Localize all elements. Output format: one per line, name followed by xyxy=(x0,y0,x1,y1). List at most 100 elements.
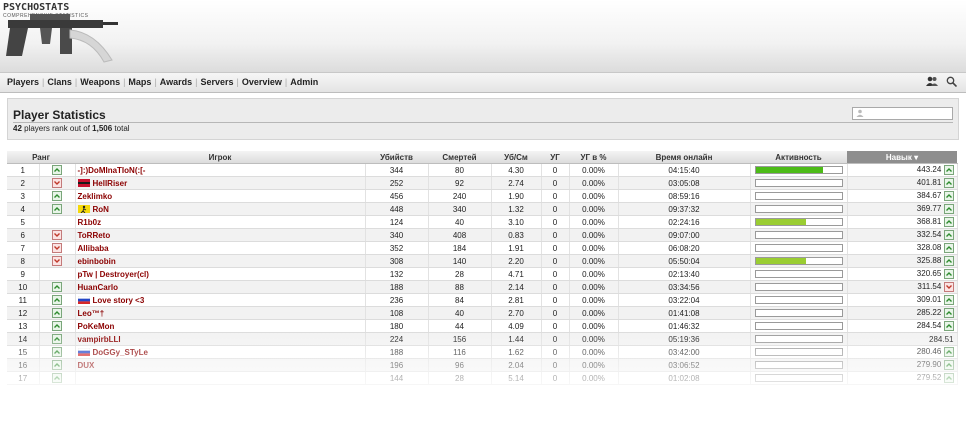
player-name-cell[interactable]: Love story <3 xyxy=(75,293,366,307)
player-name[interactable]: RoN xyxy=(93,205,109,214)
player-name[interactable]: HellRiser xyxy=(93,179,128,188)
player-name-cell[interactable]: Allibaba xyxy=(75,241,366,255)
headshots-cell: 0 xyxy=(541,189,570,203)
nav-items: Players | Clans | Weapons | Maps | Awards | Server… xyxy=(7,77,318,87)
nav-item-overview[interactable]: Overview xyxy=(242,77,282,87)
deaths-cell: 340 xyxy=(428,202,492,216)
player-name[interactable]: ebinbobin xyxy=(78,257,116,266)
player-name-cell[interactable]: vampirbLLl xyxy=(75,332,366,346)
table-row[interactable]: 6 ToRReto 340 408 0.83 0 0.00% 09:07:00 332.54 xyxy=(7,228,958,242)
player-name[interactable]: R1b0z xyxy=(78,218,102,227)
player-name[interactable]: Love story <3 xyxy=(93,296,145,305)
player-name[interactable]: pTw | Destroyer(cl) xyxy=(78,270,149,279)
table-row[interactable]: 12 Leo™† 108 40 2.70 0 0.00% 01:41:08 285.22 xyxy=(7,306,958,320)
table-row[interactable]: 13 PoKeMon 180 44 4.09 0 0.00% 01:46:32 284.54 xyxy=(7,319,958,333)
nav-item-admin[interactable]: Admin xyxy=(290,77,318,87)
player-name-cell[interactable]: DoGGy_STyLe xyxy=(75,345,366,359)
users-icon[interactable] xyxy=(926,76,938,87)
player-name-cell[interactable]: ToRReto xyxy=(75,228,366,242)
player-name-cell[interactable] xyxy=(75,371,366,385)
nav-item-maps[interactable]: Maps xyxy=(128,77,151,87)
player-name-cell[interactable]: Zeklimko xyxy=(75,189,366,203)
deaths-cell: 116 xyxy=(428,345,492,359)
player-name-cell[interactable]: ebinbobin xyxy=(75,254,366,268)
online-time-cell: 02:13:40 xyxy=(618,267,751,281)
table-row[interactable]: 11 Love story <3 236 84 2.81 0 0.00% 03:22:04 30… xyxy=(7,293,958,307)
table-row[interactable]: 3 Zeklimko 456 240 1.90 0 0.00% 08:59:16 384.67 xyxy=(7,189,958,203)
table-row[interactable]: 9 pTw | Destroyer(cl) 132 28 4.71 0 0.00% 02:13… xyxy=(7,267,958,281)
player-name-cell[interactable]: pTw | Destroyer(cl) xyxy=(75,267,366,281)
table-row[interactable]: 10 HuanCarlo 188 88 2.14 0 0.00% 03:34:56 311.54 xyxy=(7,280,958,294)
headshot-pct-cell: 0.00% xyxy=(569,241,619,255)
player-name[interactable]: Zeklimko xyxy=(78,192,113,201)
player-name-cell[interactable]: R1b0z xyxy=(75,215,366,229)
col-header-rank[interactable]: Ранг xyxy=(7,151,75,164)
player-name-cell[interactable]: PoKeMon xyxy=(75,319,366,333)
skill-value: 368.81 xyxy=(916,217,942,227)
skill-up-icon xyxy=(943,347,954,357)
headshot-pct-cell: 0.00% xyxy=(569,280,619,294)
search-icon[interactable] xyxy=(946,76,957,87)
player-name-cell[interactable]: HuanCarlo xyxy=(75,280,366,294)
kd-cell: 5.14 xyxy=(491,371,542,385)
running-man-icon xyxy=(77,205,90,214)
activity-bar xyxy=(754,296,843,305)
deaths-cell: 40 xyxy=(428,306,492,320)
table-row[interactable]: 16 DUX 196 96 2.04 0 0.00% 03:06:52 279.90 xyxy=(7,358,958,372)
skill-value: 309.01 xyxy=(916,295,942,305)
nav-item-players[interactable]: Players xyxy=(7,77,39,87)
player-name-cell[interactable]: HellRiser xyxy=(75,176,366,190)
nav-item-servers[interactable]: Servers xyxy=(200,77,233,87)
table-row[interactable]: 17 144 28 5.14 0 0.00% 01:02:08 279.52 xyxy=(7,371,958,385)
headshots-cell: 0 xyxy=(541,202,570,216)
col-header-headshot-pct[interactable]: УГ в % xyxy=(569,151,618,164)
player-search-input[interactable] xyxy=(852,107,953,120)
table-row[interactable]: 8 ebinbobin 308 140 2.20 0 0.00% 05:50:04 325.88 xyxy=(7,254,958,268)
kd-cell: 0.83 xyxy=(491,228,542,242)
nav-item-clans[interactable]: Clans xyxy=(47,77,72,87)
player-name-cell[interactable]: RoN xyxy=(75,202,366,216)
skill-value: 332.54 xyxy=(916,230,942,240)
activity-cell xyxy=(750,176,848,190)
player-name[interactable]: -]:)DoMInaTIoN(:[- xyxy=(78,166,146,175)
headshots-cell: 0 xyxy=(541,280,570,294)
skill-cell: 309.01 xyxy=(847,293,958,307)
player-name[interactable]: DoGGy_STyLe xyxy=(93,348,148,357)
deaths-cell: 96 xyxy=(428,358,492,372)
skill-up-icon xyxy=(943,217,954,227)
rank-trend xyxy=(39,176,76,190)
player-name-cell[interactable]: DUX xyxy=(75,358,366,372)
headshots-cell: 0 xyxy=(541,163,570,177)
table-row[interactable]: 14 vampirbLLl 224 156 1.44 0 0.00% 05:19:36 284.… xyxy=(7,332,958,346)
player-name-cell[interactable]: Leo™† xyxy=(75,306,366,320)
player-name[interactable]: vampirbLLl xyxy=(78,335,121,344)
table-row[interactable]: 7 Allibaba 352 184 1.91 0 0.00% 06:08:20 328.08 xyxy=(7,241,958,255)
table-row[interactable]: 1 -]:)DoMInaTIoN(:[- 344 80 4.30 0 0.00% 04:15:… xyxy=(7,163,958,177)
nav-item-awards[interactable]: Awards xyxy=(160,77,192,87)
col-header-online-time[interactable]: Время онлайн xyxy=(618,151,750,164)
col-header-deaths[interactable]: Смертей xyxy=(428,151,491,164)
col-header-activity[interactable]: Активность xyxy=(750,151,847,164)
player-name-cell[interactable]: -]:)DoMInaTIoN(:[- xyxy=(75,163,366,177)
player-name[interactable]: ToRReto xyxy=(78,231,111,240)
player-name[interactable]: HuanCarlo xyxy=(78,283,118,292)
nav-separator: | xyxy=(154,77,157,87)
rank-trend xyxy=(39,371,76,385)
player-name[interactable]: PoKeMon xyxy=(78,322,115,331)
rank-down-icon xyxy=(52,256,62,266)
skill-cell: 443.24 xyxy=(847,163,958,177)
table-row[interactable]: 5 R1b0z 124 40 3.10 0 0.00% 02:24:16 368.81 xyxy=(7,215,958,229)
col-header-headshots[interactable]: УГ xyxy=(541,151,569,164)
player-name[interactable]: Allibaba xyxy=(78,244,109,253)
col-header-skill[interactable]: Навык ▾ xyxy=(847,151,957,164)
col-header-player[interactable]: Игрок xyxy=(75,151,365,164)
table-row[interactable]: 2 HellRiser 252 92 2.74 0 0.00% 03:05:08 401.81 xyxy=(7,176,958,190)
col-header-kd[interactable]: Уб/См xyxy=(491,151,541,164)
nav-item-weapons[interactable]: Weapons xyxy=(80,77,120,87)
table-row[interactable]: 4 RoN 448 340 1.32 0 0.00% 09:37:32 369.77 xyxy=(7,202,958,216)
player-name[interactable]: Leo™† xyxy=(78,309,105,318)
activity-cell xyxy=(750,241,848,255)
table-row[interactable]: 15 DoGGy_STyLe 188 116 1.62 0 0.00% 03:42:00 280… xyxy=(7,345,958,359)
col-header-kills[interactable]: Убийств xyxy=(365,151,428,164)
player-name[interactable]: DUX xyxy=(78,361,95,370)
